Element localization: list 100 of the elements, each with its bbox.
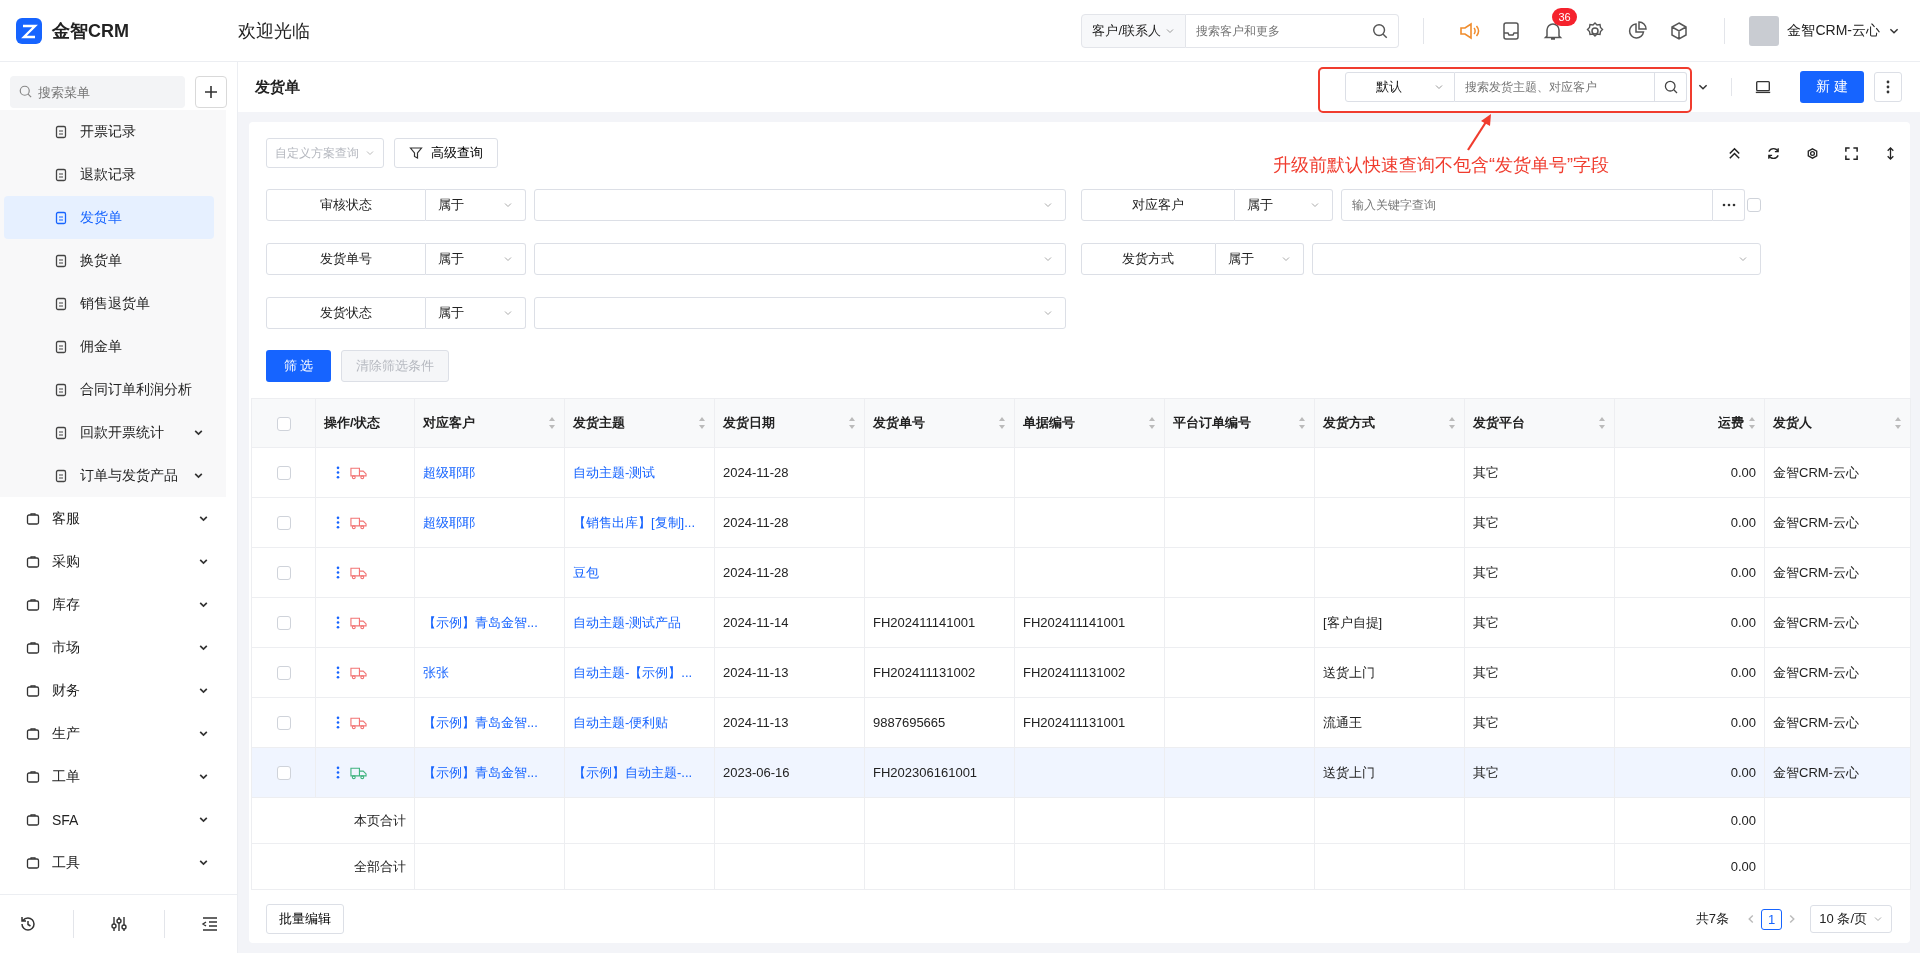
row-checkbox[interactable] — [276, 616, 291, 631]
table-cell: FH202411141001 — [1014, 597, 1165, 648]
row-checkbox[interactable] — [276, 566, 291, 581]
menu-item[interactable]: SFA — [0, 798, 237, 841]
operator-select[interactable]: 属于 — [1215, 243, 1304, 275]
table-link[interactable]: 自动主题-【示例】... — [564, 647, 715, 698]
menu-item[interactable]: 佣金单 — [4, 325, 214, 368]
sort-icon — [548, 416, 556, 430]
select-all-checkbox[interactable] — [276, 416, 291, 431]
more-vertical-icon[interactable] — [336, 665, 340, 680]
more-vertical-icon[interactable] — [336, 465, 340, 480]
operator-select[interactable]: 属于 — [1235, 189, 1333, 221]
table-link[interactable]: 超级耶耶 — [414, 497, 565, 548]
menu-search-field[interactable]: 搜索菜单 — [10, 76, 185, 108]
menu-item[interactable]: 工具 — [0, 841, 237, 884]
menu-item[interactable]: 财务 — [0, 669, 237, 712]
add-button[interactable] — [195, 76, 227, 108]
search-scope-select[interactable]: 客户/联系人 — [1081, 13, 1187, 48]
menu-item[interactable]: 合同订单利润分析 — [4, 368, 214, 411]
pie-chart-icon[interactable] — [1626, 19, 1649, 42]
checkbox[interactable] — [1747, 198, 1761, 212]
sortable-column-header[interactable]: 发货单号 — [864, 398, 1015, 448]
menu-item[interactable]: 回款开票统计 — [4, 411, 214, 454]
page-number[interactable]: 1 — [1761, 908, 1783, 930]
sortable-column-header[interactable]: 发货方式 — [1314, 398, 1465, 448]
table-link[interactable]: 豆包 — [564, 547, 715, 598]
more-vertical-icon[interactable] — [336, 515, 340, 530]
sortable-column-header[interactable]: 发货主题 — [564, 398, 715, 448]
table-cell: 送货上门 — [1314, 647, 1465, 698]
menu-item[interactable]: 销售退货单 — [4, 282, 214, 325]
total-count: 共7条 — [1695, 910, 1730, 928]
menu-item[interactable]: 换货单 — [4, 239, 214, 282]
menu-item[interactable]: 客服 — [0, 497, 237, 540]
menu-item[interactable]: 退款记录 — [4, 153, 214, 196]
new-button[interactable]: 新 建 — [1800, 71, 1864, 103]
table-link[interactable]: 【示例】青岛金智... — [414, 747, 565, 798]
search-icon[interactable] — [1371, 21, 1390, 40]
table-link[interactable]: 【示例】青岛金智... — [414, 697, 565, 748]
row-checkbox[interactable] — [276, 716, 291, 731]
table-link[interactable]: 【示例】自动主题-... — [564, 747, 715, 798]
menu-item[interactable]: 生产 — [0, 712, 237, 755]
menu-item[interactable]: 市场 — [0, 626, 237, 669]
table-link[interactable]: 自动主题-测试 — [564, 447, 715, 498]
search-button[interactable] — [1655, 72, 1687, 102]
apply-filter-button[interactable]: 筛 选 — [266, 350, 331, 382]
table-link[interactable]: 张张 — [414, 647, 565, 698]
view-select[interactable]: 默认 — [1345, 72, 1455, 102]
menu-item[interactable]: 开票记录 — [4, 110, 214, 153]
table-link[interactable]: 【示例】青岛金智... — [414, 597, 565, 648]
table-cell: 0.00 — [1614, 497, 1765, 548]
advanced-search-button[interactable]: 高级查询 — [394, 138, 498, 168]
column-header: 操作/状态 — [315, 398, 415, 448]
quick-search-field[interactable]: 搜索发货主题、对应客户 — [1455, 72, 1655, 102]
table-link[interactable]: 【销售出库】[复制]... — [564, 497, 715, 548]
operator-select[interactable]: 属于 — [426, 189, 526, 221]
menu-item[interactable]: 采购 — [0, 540, 237, 583]
more-vertical-icon[interactable] — [336, 565, 340, 580]
sortable-column-header[interactable]: 单据编号 — [1014, 398, 1165, 448]
folder-icon — [26, 597, 40, 612]
sliders-icon[interactable] — [108, 914, 129, 934]
document-icon — [54, 296, 68, 311]
welcome-text: 欢迎光临 — [238, 19, 310, 43]
fullscreen-icon[interactable] — [1844, 145, 1859, 161]
row-checkbox[interactable] — [276, 466, 291, 481]
sortable-column-header[interactable]: 平台订单编号 — [1164, 398, 1315, 448]
table-cell: 0.00 — [1614, 697, 1765, 748]
table-link[interactable]: 自动主题-测试产品 — [564, 597, 715, 648]
menu-item[interactable]: 订单与发货产品 — [4, 454, 214, 497]
table-cell: 0.00 — [1614, 797, 1765, 844]
settings-icon[interactable] — [1805, 145, 1820, 161]
sortable-column-header[interactable]: 发货日期 — [714, 398, 865, 448]
menu-item[interactable]: 工单 — [0, 755, 237, 798]
table-link[interactable]: 超级耶耶 — [414, 447, 565, 498]
row-checkbox[interactable] — [276, 666, 291, 681]
page-size-select[interactable]: 10 条/页 — [1810, 905, 1892, 933]
more-vertical-icon[interactable] — [336, 615, 340, 630]
row-checkbox[interactable] — [276, 516, 291, 531]
menu-item[interactable]: 发货单 — [4, 196, 214, 239]
sortable-column-header[interactable]: 运费 — [1614, 398, 1765, 448]
sortable-column-header[interactable]: 对应客户 — [414, 398, 565, 448]
monitor-icon[interactable] — [1754, 78, 1772, 96]
operator-select[interactable]: 属于 — [426, 243, 526, 275]
collapse-menu-icon[interactable] — [199, 914, 220, 934]
more-vertical-icon[interactable] — [336, 715, 340, 730]
table-link[interactable]: 自动主题-便利贴 — [564, 697, 715, 748]
table-cell: FH202411131002 — [864, 647, 1015, 698]
user-name[interactable]: 金智CRM-云心 — [1787, 21, 1880, 40]
operator-select[interactable]: 属于 — [426, 297, 526, 329]
menu-item[interactable]: 库存 — [0, 583, 237, 626]
sortable-column-header[interactable]: 发货平台 — [1464, 398, 1615, 448]
row-checkbox[interactable] — [276, 766, 291, 781]
collapse-up-icon[interactable] — [1727, 145, 1742, 161]
global-search-field[interactable]: 搜索客户和更多 — [1186, 13, 1400, 48]
batch-edit-button[interactable]: 批量编辑 — [266, 904, 344, 934]
keyword-field[interactable]: 输入关键字查询 — [1340, 189, 1714, 221]
table-cell: 0.00 — [1614, 547, 1765, 598]
summary-label: 本页合计 — [251, 797, 415, 844]
refresh-icon[interactable] — [1766, 145, 1781, 161]
sortable-column-header[interactable]: 发货人 — [1764, 398, 1911, 448]
more-vertical-icon[interactable] — [336, 765, 340, 780]
